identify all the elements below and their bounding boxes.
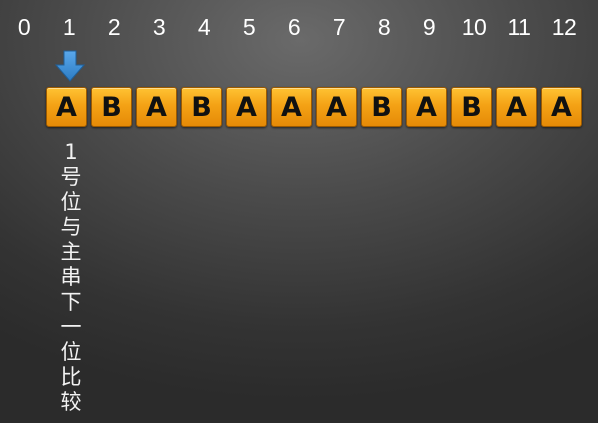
index-10: 10 <box>461 14 487 40</box>
caption-char: 较 <box>60 390 82 414</box>
caption-char: 比 <box>60 365 82 389</box>
caption-char: 下 <box>60 290 82 314</box>
index-0: 0 <box>17 14 31 40</box>
caption-char: 位 <box>60 190 82 214</box>
caption-char: 号 <box>60 165 82 189</box>
caption-char: 主 <box>60 240 82 264</box>
tile-11: A <box>541 87 582 127</box>
index-1: 1 <box>62 14 76 40</box>
tile-10: A <box>496 87 537 127</box>
tile-8: A <box>406 87 447 127</box>
index-row: 0 1 2 3 4 5 6 7 8 9 10 11 12 <box>0 10 598 44</box>
tile-2: A <box>136 87 177 127</box>
index-4: 4 <box>197 14 211 40</box>
tile-0: A <box>46 87 87 127</box>
tile-9: B <box>451 87 492 127</box>
caption-char: 一 <box>60 315 82 339</box>
index-3: 3 <box>152 14 166 40</box>
tile-4: A <box>226 87 267 127</box>
down-arrow-shape <box>55 50 85 82</box>
index-11: 11 <box>507 14 531 40</box>
down-arrow-icon <box>55 50 85 82</box>
index-12: 12 <box>551 14 577 40</box>
tile-7: B <box>361 87 402 127</box>
caption-char: 1 <box>64 140 78 164</box>
index-7: 7 <box>332 14 346 40</box>
tile-5: A <box>271 87 312 127</box>
caption-char: 串 <box>60 265 82 289</box>
tile-1: B <box>91 87 132 127</box>
caption-char: 与 <box>60 215 82 239</box>
tile-6: A <box>316 87 357 127</box>
vertical-caption: 1 号 位 与 主 串 下 一 位 比 较 <box>56 140 86 415</box>
caption-char: 位 <box>60 340 82 364</box>
index-9: 9 <box>422 14 436 40</box>
string-tiles: A B A B A A A B A B A A <box>46 87 586 128</box>
index-8: 8 <box>377 14 391 40</box>
index-2: 2 <box>107 14 121 40</box>
tile-3: B <box>181 87 222 127</box>
index-5: 5 <box>242 14 256 40</box>
index-6: 6 <box>287 14 301 40</box>
